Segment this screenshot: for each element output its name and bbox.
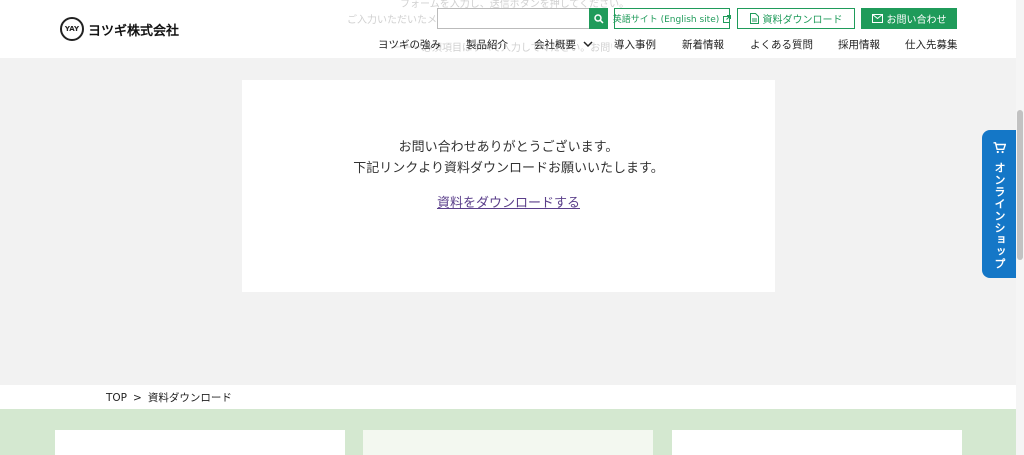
contact-button[interactable]: お問い合わせ	[861, 8, 957, 29]
nav-item-products[interactable]: 製品紹介	[466, 37, 508, 52]
contact-label: お問い合わせ	[886, 15, 947, 26]
nav-item-company[interactable]: 会社概要	[534, 37, 593, 52]
nav-item-strengths[interactable]: ヨツギの強み	[378, 37, 441, 52]
nav-item-news[interactable]: 新着情報	[682, 37, 724, 52]
search-icon	[593, 13, 604, 24]
footer-card[interactable]	[55, 430, 345, 455]
online-shop-tab[interactable]: オンラインショップ	[982, 130, 1016, 278]
scrollbar-thumb[interactable]	[1017, 110, 1023, 260]
nav-item-suppliers[interactable]: 仕入先募集	[905, 37, 958, 52]
company-logo[interactable]: YAY ヨツギ株式会社	[60, 17, 179, 41]
english-site-label: 英語サイト (English site)	[612, 15, 720, 25]
footer-card[interactable]	[363, 430, 653, 455]
document-icon	[749, 13, 759, 24]
search-button[interactable]	[589, 8, 608, 29]
download-link[interactable]: 資料をダウンロードする	[242, 192, 775, 211]
external-link-icon	[723, 14, 732, 23]
thank-you-message: お問い合わせありがとうございます。	[398, 140, 619, 155]
thank-you-card: お問い合わせありがとうございます。 下記リンクより資料ダウンロードお願いいたしま…	[242, 80, 775, 292]
english-site-button[interactable]: 英語サイト (English site)	[612, 8, 732, 29]
download-label: 資料ダウンロード	[762, 15, 843, 26]
mail-icon	[871, 14, 883, 23]
logo-emblem: YAY	[60, 17, 84, 41]
online-shop-label: オンラインショップ	[993, 162, 1006, 270]
nav-item-company-label: 会社概要	[534, 39, 576, 51]
ghost-form-text: ご入力いただいたメ	[347, 15, 437, 26]
download-instruction: 下記リンクより資料ダウンロードお願いいたします。	[353, 161, 664, 176]
download-button[interactable]: 資料ダウンロード	[737, 8, 855, 29]
chevron-down-icon	[583, 41, 593, 48]
breadcrumb-bar: TOP > 資料ダウンロード	[0, 385, 1016, 409]
footer-card[interactable]	[672, 430, 962, 455]
nav-item-faq[interactable]: よくある質問	[750, 37, 813, 52]
page-scrollbar[interactable]	[1016, 0, 1024, 455]
footer-links-section	[0, 409, 1016, 455]
breadcrumb-current: 資料ダウンロード	[147, 392, 232, 404]
breadcrumb-separator: >	[133, 391, 142, 404]
site-header: YAY ヨツギ株式会社 フォームを入力し、送信ボタンを押してください。 ご入力い…	[0, 0, 1016, 58]
nav-item-recruit[interactable]: 採用情報	[838, 37, 880, 52]
cart-icon	[993, 142, 1006, 154]
logo-text: ヨツギ株式会社	[88, 23, 180, 39]
search-input[interactable]	[437, 8, 589, 29]
breadcrumb: TOP > 資料ダウンロード	[106, 390, 232, 405]
breadcrumb-home[interactable]: TOP	[106, 392, 127, 404]
nav-item-cases[interactable]: 導入事例	[614, 37, 656, 52]
site-search	[437, 8, 608, 29]
